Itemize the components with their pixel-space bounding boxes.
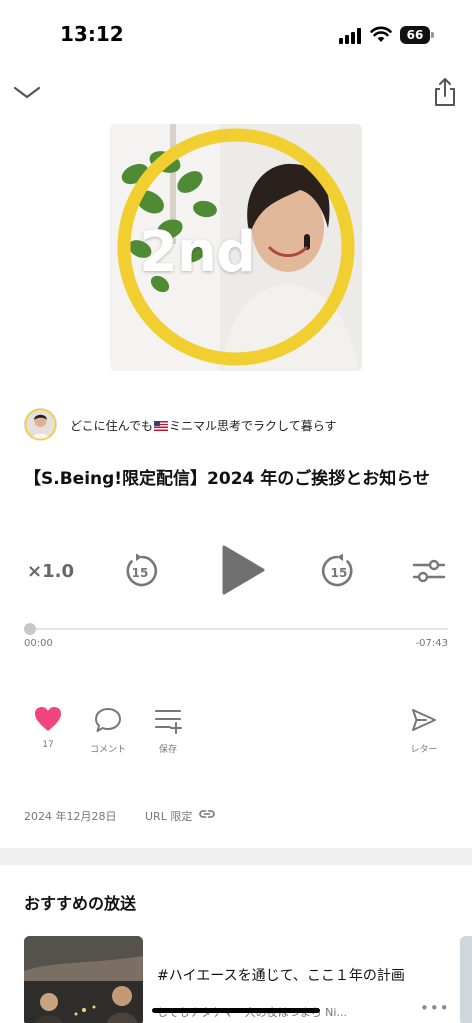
progress-scrubber[interactable] xyxy=(24,623,36,635)
battery-icon: 66 xyxy=(400,26,434,44)
letter-button[interactable]: レター xyxy=(394,706,454,755)
cover-label: 2nd xyxy=(139,220,256,285)
channel-name[interactable]: どこに住んでも ミニマル思考でラクして暮らす xyxy=(70,417,336,434)
home-indicator xyxy=(152,1008,320,1013)
comment-label: コメント xyxy=(89,745,126,755)
recommended-section-title: おすすめの放送 xyxy=(24,894,137,913)
channel-row[interactable]: どこに住んでも ミニマル思考でラクして暮らす xyxy=(24,408,454,442)
wifi-icon xyxy=(370,26,392,42)
status-time: 13:12 xyxy=(60,22,124,46)
send-icon xyxy=(412,709,436,731)
episode-title: 【S.Being!限定配信】2024 年のご挨拶とお知らせ xyxy=(24,469,430,489)
skip-forward-seconds: 15 xyxy=(331,566,348,580)
skip-back-seconds: 15 xyxy=(132,566,149,580)
save-button[interactable]: 保存 xyxy=(138,706,198,755)
visibility-label: URL 限定 xyxy=(145,810,193,823)
channel-avatar[interactable] xyxy=(24,408,57,441)
heart-icon xyxy=(35,707,61,731)
section-divider xyxy=(0,848,472,865)
us-flag-icon xyxy=(154,421,169,431)
recommended-title[interactable]: #ハイエースを通じて、ここ１年の計画 xyxy=(157,965,405,985)
share-icon[interactable] xyxy=(432,76,458,108)
recommended-thumbnail[interactable] xyxy=(24,936,143,1023)
cellular-signal-icon xyxy=(339,28,363,44)
link-icon[interactable] xyxy=(199,807,215,821)
skip-forward-15-icon[interactable]: 15 xyxy=(321,553,357,589)
progress-track[interactable] xyxy=(24,628,448,630)
comment-icon xyxy=(95,708,121,732)
like-button[interactable]: 17 xyxy=(18,706,78,750)
letter-label: レター xyxy=(410,745,438,755)
elapsed-time: 00:00 xyxy=(24,638,53,649)
channel-name-suffix: ミニマル思考でラクして暮らす xyxy=(169,419,337,433)
more-options-icon[interactable]: ••• xyxy=(420,999,450,1017)
next-recommended-thumbnail[interactable] xyxy=(460,936,472,1023)
channel-name-prefix: どこに住んでも xyxy=(70,419,154,433)
comment-button[interactable]: コメント xyxy=(78,706,138,755)
chevron-down-icon[interactable] xyxy=(13,82,41,102)
player-controls: ×1.0 15 15 xyxy=(0,540,472,600)
skip-back-15-icon[interactable]: 15 xyxy=(122,553,158,589)
status-bar: 13:12 66 xyxy=(0,0,472,70)
save-label: 保存 xyxy=(158,745,177,755)
playback-speed-button[interactable]: ×1.0 xyxy=(27,561,74,582)
like-count: 17 xyxy=(42,740,54,750)
add-to-list-icon xyxy=(155,710,182,734)
publish-date: 2024 年12月28日 xyxy=(24,810,117,823)
remaining-time: -07:43 xyxy=(415,638,448,649)
battery-level: 66 xyxy=(400,26,430,44)
settings-sliders-icon[interactable] xyxy=(412,556,446,586)
play-icon[interactable] xyxy=(220,544,266,596)
